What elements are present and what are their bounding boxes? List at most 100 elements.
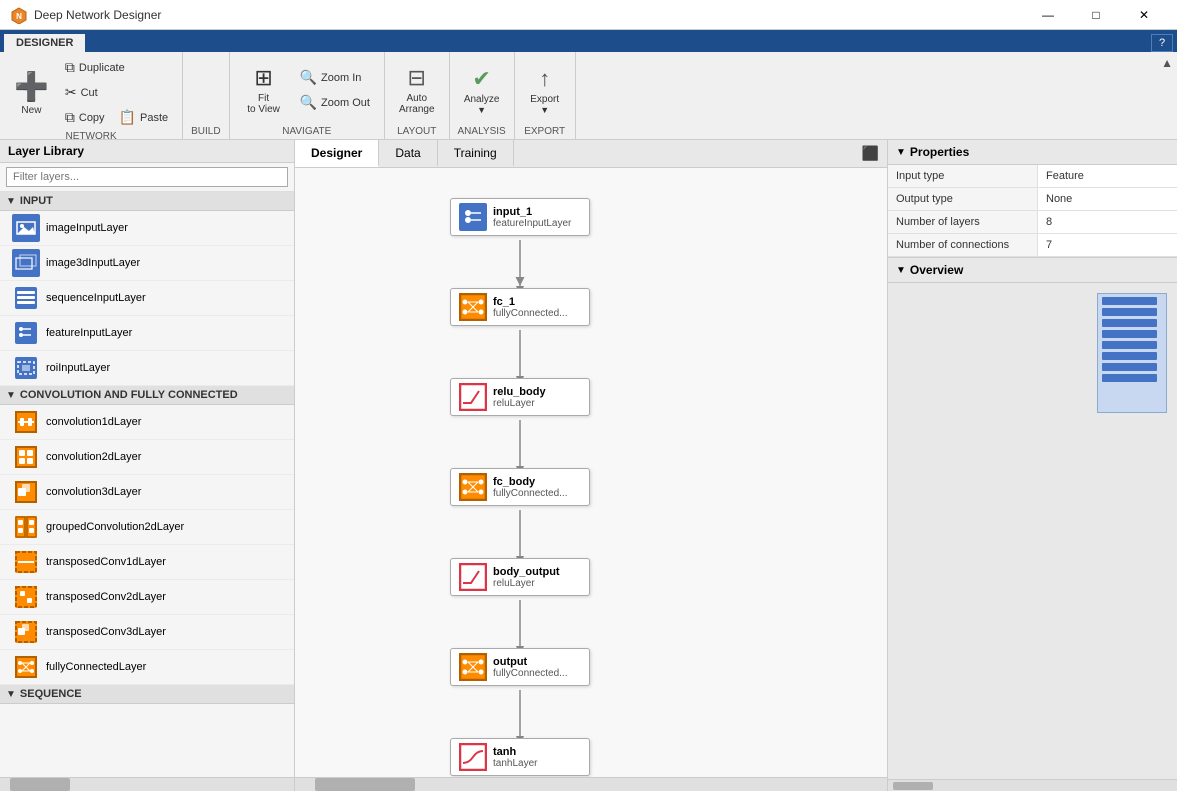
fullyConnectedLayer-label: fullyConnectedLayer [46,661,146,673]
minimize-button[interactable]: — [1025,0,1071,30]
network-small-buttons: ⧉ Duplicate ✂ Cut ⧉ Copy 📋 [59,56,174,129]
svg-text:N: N [16,12,22,21]
imageInputLayer-label: imageInputLayer [46,222,128,234]
node-relu-body-icon [459,383,487,411]
sidebar-item-sequenceInputLayer[interactable]: sequenceInputLayer [0,281,294,316]
convolution3dLayer-icon [12,478,40,506]
category-input[interactable]: ▼ INPUT [0,192,294,211]
designer-canvas[interactable]: input_1 featureInputLayer fc_1 fullyConn… [295,168,887,777]
duplicate-button[interactable]: ⧉ Duplicate [59,56,174,79]
tab-designer[interactable]: DESIGNER [4,34,85,52]
convolution1dLayer-label: convolution1dLayer [46,416,141,428]
node-tanh[interactable]: tanh tanhLayer [450,738,590,776]
copy-button[interactable]: ⧉ Copy [59,106,111,129]
sidebar-item-convolution1dLayer[interactable]: convolution1dLayer [0,405,294,440]
node-output-icon [459,653,487,681]
sequenceInputLayer-label: sequenceInputLayer [46,292,146,304]
analysis-group-label: ANALYSIS [458,124,506,137]
node-input-1[interactable]: input_1 featureInputLayer [450,198,590,236]
node-body-output-icon [459,563,487,591]
ribbon-group-layout: ⊟ AutoArrange LAYOUT [385,52,450,139]
network-group-content: ➕ New ⧉ Duplicate ✂ Cut ⧉ Copy [8,56,174,129]
sidebar-item-transposedConv1dLayer[interactable]: transposedConv1dLayer [0,545,294,580]
tab-training[interactable]: Training [438,140,514,167]
overview-header[interactable]: ▼ Overview [888,258,1177,283]
sidebar-item-image3dInputLayer[interactable]: image3dInputLayer [0,246,294,281]
properties-table: Input type Feature Output type None Numb… [888,165,1177,257]
auto-arrange-button[interactable]: ⊟ AutoArrange [393,57,441,123]
transposedConv2dLayer-label: transposedConv2dLayer [46,591,166,603]
ribbon-group-export: ↑ Export ▼ EXPORT [515,52,576,139]
new-button[interactable]: ➕ New [8,60,55,126]
analyze-button[interactable]: ✔ Analyze ▼ [458,57,506,123]
category-sequence[interactable]: ▼ SEQUENCE [0,685,294,704]
transposedConv3dLayer-label: transposedConv3dLayer [46,626,166,638]
node-output[interactable]: output fullyConnected... [450,648,590,686]
tab-designer[interactable]: Designer [295,140,379,167]
paste-icon: 📋 [119,109,136,126]
overview-minimap [1097,293,1167,413]
imageInputLayer-icon [12,214,40,242]
prop-row-output-type: Output type None [888,188,1177,211]
export-icon: ↑ [539,66,550,92]
sidebar-item-transposedConv2dLayer[interactable]: transposedConv2dLayer [0,580,294,615]
zoom-out-button[interactable]: 🔍 Zoom Out [294,91,376,114]
window-controls: — □ ✕ [1025,0,1167,30]
fit-to-view-icon: ⊞ [254,65,272,91]
transposedConv3dLayer-icon [12,618,40,646]
center-panel: Designer Data Training ⬛ [295,140,887,791]
node-input-1-icon [459,203,487,231]
sidebar-scroll-x[interactable] [0,777,294,791]
convolution2dLayer-icon [12,443,40,471]
sidebar-item-fullyConnectedLayer[interactable]: fullyConnectedLayer [0,650,294,685]
cut-button[interactable]: ✂ Cut [59,81,104,104]
image3dInputLayer-icon [12,249,40,277]
sidebar-item-transposedConv3dLayer[interactable]: transposedConv3dLayer [0,615,294,650]
export-group-label: EXPORT [524,124,565,137]
node-fc-body[interactable]: fc_body fullyConnected... [450,468,590,506]
sidebar-item-featureInputLayer[interactable]: featureInputLayer [0,316,294,351]
transposedConv1dLayer-label: transposedConv1dLayer [46,556,166,568]
node-tanh-icon [459,743,487,771]
close-button[interactable]: ✕ [1121,0,1167,30]
sidebar-header: Layer Library [0,140,294,163]
zoom-in-button[interactable]: 🔍 Zoom In [294,66,376,89]
help-button[interactable]: ? [1151,34,1173,52]
featureInputLayer-label: featureInputLayer [46,327,132,339]
category-input-arrow: ▼ [6,196,16,207]
ribbon-collapse[interactable]: ▲ [1157,52,1177,139]
sidebar-scrollbar-area [0,777,294,791]
paste-button[interactable]: 📋 Paste [113,106,175,129]
featureInputLayer-icon [12,319,40,347]
node-relu-body[interactable]: relu_body reluLayer [450,378,590,416]
overview-scrollbar[interactable] [888,779,1177,791]
navigate-group-label: NAVIGATE [282,124,331,137]
properties-header[interactable]: ▼ Properties [888,140,1177,165]
sidebar-item-groupedConvolution2dLayer[interactable]: groupedConvolution2dLayer [0,510,294,545]
groupedConvolution2dLayer-icon [12,513,40,541]
roiInputLayer-label: roiInputLayer [46,362,110,374]
fit-to-view-button[interactable]: ⊞ Fitto View [238,57,290,123]
ribbon-group-navigate: ⊞ Fitto View 🔍 Zoom In 🔍 Zoom Out NAVIGA… [230,52,385,139]
sidebar-item-roiInputLayer[interactable]: roiInputLayer [0,351,294,386]
sidebar-item-imageInputLayer[interactable]: imageInputLayer [0,211,294,246]
panel-minimize-btn[interactable]: ⬛ [854,141,887,166]
category-convolution[interactable]: ▼ CONVOLUTION AND FULLY CONNECTED [0,386,294,405]
fullyConnectedLayer-icon [12,653,40,681]
tab-data[interactable]: Data [379,140,437,167]
node-fc-1[interactable]: fc_1 fullyConnected... [450,288,590,326]
node-body-output[interactable]: body_output reluLayer [450,558,590,596]
overview-canvas [888,283,1177,779]
ribbon-tabs: DESIGNER ? [0,30,1177,52]
new-icon: ➕ [14,70,49,103]
sidebar-item-convolution3dLayer[interactable]: convolution3dLayer [0,475,294,510]
export-button[interactable]: ↑ Export ▼ [523,57,567,123]
sidebar-item-convolution2dLayer[interactable]: convolution2dLayer [0,440,294,475]
canvas-scrollbar-h[interactable] [295,777,887,791]
zoom-in-icon: 🔍 [300,69,317,86]
connections-svg [295,168,887,777]
ribbon-group-analysis: ✔ Analyze ▼ ANALYSIS [450,52,515,139]
filter-input[interactable] [6,167,288,187]
transposedConv1dLayer-icon [12,548,40,576]
maximize-button[interactable]: □ [1073,0,1119,30]
